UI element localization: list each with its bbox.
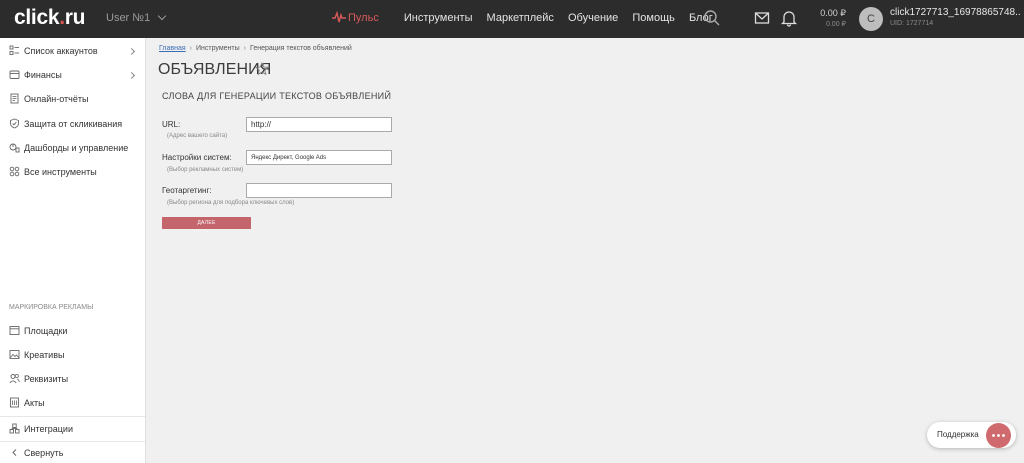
section-title: СЛОВА ДЛЯ ГЕНЕРАЦИИ ТЕКСТОВ ОБЪЯВЛЕНИЙ bbox=[162, 91, 392, 101]
sidebar: Список аккаунтов Финансы Онлайн-отчёты З… bbox=[0, 38, 146, 463]
sidebar-item-accounts[interactable]: Список аккаунтов bbox=[0, 41, 145, 63]
chevron-down-icon bbox=[157, 11, 167, 21]
sidebar-item-dashboards[interactable]: Дашборды и управление bbox=[0, 138, 145, 160]
sidebar-item-label: Защита от скликивания bbox=[24, 119, 123, 129]
sidebar-item-label: Дашборды и управление bbox=[24, 143, 129, 153]
nav-pulse-label: Пульс bbox=[348, 12, 379, 24]
sidebar-item-label: Креативы bbox=[24, 350, 65, 360]
breadcrumb-home[interactable]: Главная bbox=[159, 45, 186, 52]
user-selector-label: User №1 bbox=[106, 12, 151, 24]
image-icon bbox=[9, 350, 20, 359]
avatar[interactable]: C bbox=[859, 7, 883, 31]
sidebar-item-acts[interactable]: Акты bbox=[0, 393, 145, 415]
logo-tld: ru bbox=[64, 6, 86, 29]
integrations-icon bbox=[9, 423, 20, 434]
sidebar-item-clickfraud[interactable]: Защита от скликивания bbox=[0, 114, 145, 136]
sidebar-item-requisites[interactable]: Реквизиты bbox=[0, 369, 145, 391]
breadcrumb-tools[interactable]: Инструменты bbox=[196, 45, 240, 52]
pulse-icon bbox=[332, 11, 346, 23]
next-button[interactable]: ДАЛЕЕ bbox=[162, 217, 251, 229]
sidebar-collapse-label: Свернуть bbox=[24, 448, 64, 458]
sidebar-item-label: Площадки bbox=[24, 326, 68, 336]
breadcrumb-separator: › bbox=[243, 45, 246, 52]
chevron-right-icon bbox=[127, 71, 136, 80]
support-button[interactable] bbox=[986, 423, 1011, 448]
sidebar-item-all-tools[interactable]: Все инструменты bbox=[0, 162, 145, 184]
sidebar-item-label: Акты bbox=[24, 398, 45, 408]
sidebar-item-label: Реквизиты bbox=[24, 374, 69, 384]
geo-label: Геотаргетинг: bbox=[162, 186, 212, 195]
nav-marketplace[interactable]: Маркетплейс bbox=[487, 12, 554, 24]
sidebar-item-reports[interactable]: Онлайн-отчёты bbox=[0, 89, 145, 111]
nav-help[interactable]: Помощь bbox=[632, 12, 675, 24]
window-icon bbox=[9, 326, 20, 335]
sidebar-item-finance[interactable]: Финансы bbox=[0, 65, 145, 87]
section-title-ad-marking: МАРКИРОВКА РЕКЛАМЫ bbox=[9, 304, 94, 311]
systems-hint: (Выбор рекламных систем) bbox=[167, 167, 244, 173]
tools-icon bbox=[9, 166, 20, 177]
logo-main: click bbox=[14, 6, 60, 29]
accounts-list-icon bbox=[9, 45, 19, 55]
sidebar-item-label: Список аккаунтов bbox=[24, 46, 98, 56]
account-name: click1727713_16978865748... bbox=[890, 7, 1020, 18]
sidebar-item-platforms[interactable]: Площадки bbox=[0, 321, 145, 343]
breadcrumb: Главная › Инструменты › Генерация текстов об… bbox=[159, 45, 352, 52]
chevron-right-icon bbox=[127, 47, 136, 56]
nav-pulse[interactable]: Пульс bbox=[332, 11, 390, 24]
url-input[interactable] bbox=[246, 117, 392, 132]
sidebar-item-creatives[interactable]: Креативы bbox=[0, 345, 145, 367]
sidebar-item-label: Интеграции bbox=[24, 424, 73, 434]
balance-main: 0.00 ₽ bbox=[820, 8, 846, 18]
chevron-left-icon bbox=[12, 449, 17, 456]
support-label: Поддержка bbox=[937, 430, 979, 439]
balance[interactable]: 0.00 ₽ 0.00 ₽ bbox=[806, 8, 846, 28]
account-info[interactable]: click1727713_16978865748... UID: 1727714 bbox=[890, 7, 1020, 27]
nav-tools[interactable]: Инструменты bbox=[404, 12, 473, 24]
document-icon bbox=[10, 397, 19, 408]
support-widget[interactable]: Поддержка bbox=[927, 422, 1016, 448]
main-nav: Пульс Инструменты Маркетплейс Обучение П… bbox=[332, 11, 724, 24]
users-icon bbox=[9, 373, 20, 384]
sidebar-item-integrations[interactable]: Интеграции bbox=[0, 419, 145, 441]
systems-label: Настройки систем: bbox=[162, 153, 232, 162]
balance-sub: 0.00 ₽ bbox=[825, 21, 846, 28]
dashboard-icon bbox=[9, 143, 20, 153]
sidebar-item-label: Все инструменты bbox=[24, 167, 97, 177]
more-dots-icon bbox=[992, 434, 1005, 437]
logo[interactable]: click.ru bbox=[14, 6, 85, 30]
breadcrumb-separator: › bbox=[189, 45, 192, 52]
shield-icon bbox=[10, 118, 19, 129]
sidebar-collapse-button[interactable]: Свернуть bbox=[0, 443, 145, 463]
report-icon bbox=[10, 93, 19, 104]
url-label: URL: bbox=[162, 120, 181, 129]
account-uid: UID: 1727714 bbox=[890, 20, 934, 27]
sidebar-item-label: Финансы bbox=[24, 70, 62, 80]
wallet-icon bbox=[9, 70, 20, 79]
sidebar-divider bbox=[0, 416, 145, 417]
geo-input[interactable] bbox=[246, 183, 392, 198]
nav-learning[interactable]: Обучение bbox=[568, 12, 618, 24]
star-icon[interactable] bbox=[255, 62, 269, 76]
geo-hint: (Выбор региона для подбора ключевых слов… bbox=[167, 200, 295, 206]
bell-icon[interactable] bbox=[780, 9, 798, 27]
sidebar-item-label: Онлайн-отчёты bbox=[24, 94, 89, 104]
breadcrumb-current: Генерация текстов объявлений bbox=[250, 45, 352, 52]
url-hint: (Адрес вашего сайта) bbox=[167, 133, 228, 139]
top-bar: click.ru User №1 Пульс Инструменты Марке… bbox=[0, 0, 1024, 38]
search-icon[interactable] bbox=[703, 9, 721, 27]
sidebar-divider bbox=[0, 441, 145, 442]
systems-select[interactable]: Яндекс Директ, Google Ads bbox=[246, 150, 392, 165]
user-selector[interactable]: User №1 bbox=[106, 11, 167, 24]
mail-icon[interactable] bbox=[753, 9, 771, 27]
